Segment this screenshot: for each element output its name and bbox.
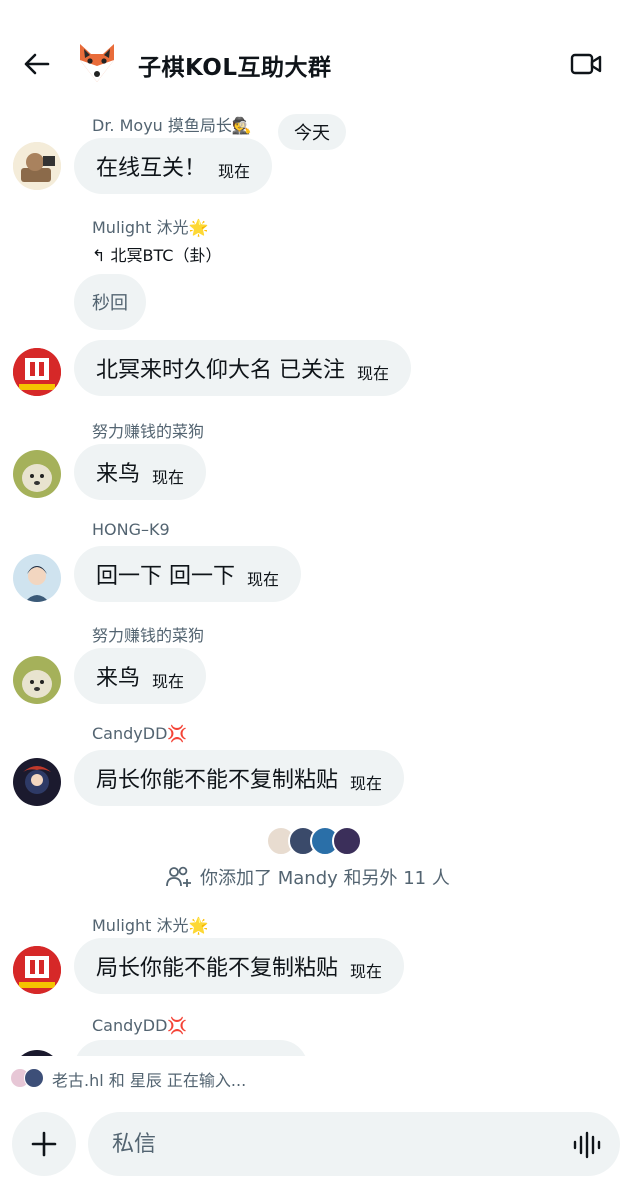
message-text: 局长你能不能不复制粘贴 [96,956,339,981]
message-time: 现在 [152,468,185,487]
message-input[interactable] [88,1112,620,1176]
sender-name[interactable]: 努力赚钱的菜狗 [92,622,204,646]
group-avatar-fox[interactable] [74,40,120,86]
avatar[interactable] [13,1050,61,1056]
add-people-icon [166,866,191,887]
message-bubble[interactable]: 回一下 回一下 现在 [74,546,302,602]
video-call-button[interactable] [566,46,606,82]
avatar[interactable] [13,142,61,190]
avatar[interactable] [13,758,61,806]
message-bubble[interactable] [74,1040,308,1056]
message-composer [0,1108,632,1188]
message-bubble[interactable]: 局长你能不能不复制粘贴 现在 [74,750,405,806]
back-button[interactable] [18,46,54,82]
message-time: 现在 [350,962,383,981]
message-text: 北冥来时久仰大名 已关注 [96,358,345,383]
reply-quote[interactable]: ↰ 北冥BTC（卦） [92,242,221,266]
message-bubble[interactable]: 北冥来时久仰大名 已关注 现在 [74,340,412,396]
chat-header: 子棋KOL互助大群 [0,0,632,110]
message-text: 来鸟 [96,666,141,691]
message-text: 在线互关！ [96,156,207,181]
message-time: 现在 [218,162,251,181]
message-text: 回一下 回一下 [96,564,235,589]
message-bubble[interactable]: 来鸟 现在 [74,444,207,500]
date-chip: 今天 [278,114,346,150]
message-list[interactable]: Dr. Moyu 摸鱼局长🕵 今天 在线互关！ 现在 Mulight 沐光🌟 ↰… [0,108,632,1056]
message-text: 局长你能不能不复制粘贴 [96,768,339,793]
sender-name[interactable]: 努力赚钱的菜狗 [92,418,204,442]
group-title[interactable]: 子棋KOL互助大群 [138,48,332,82]
message-time: 现在 [350,774,383,793]
sender-name[interactable]: Dr. Moyu 摸鱼局长🕵 [92,112,252,136]
message-bubble[interactable]: 局长你能不能不复制粘贴 现在 [74,938,405,994]
avatar[interactable] [13,656,61,704]
video-camera-icon [570,53,602,75]
system-message-text: 你添加了 Mandy 和另外 11 人 [200,868,450,889]
add-attachment-button[interactable] [12,1112,76,1176]
message-bubble[interactable]: 来鸟 现在 [74,648,207,704]
message-time: 现在 [152,672,185,691]
back-arrow-icon [24,53,50,75]
typing-avatars [10,1068,46,1090]
message-time: 现在 [247,570,280,589]
sender-name[interactable]: Mulight 沐光🌟 [92,214,208,238]
avatar[interactable] [13,450,61,498]
voice-message-button[interactable] [570,1128,604,1162]
sender-name[interactable]: CandyDD💢 [92,1016,187,1035]
sender-name[interactable]: CandyDD💢 [92,724,187,743]
system-message: 你添加了 Mandy 和另外 11 人 [166,864,450,890]
message-bubble[interactable]: 在线互关！ 现在 [74,138,273,194]
plus-icon [31,1131,57,1157]
message-text: 来鸟 [96,462,141,487]
avatar[interactable] [13,554,61,602]
audio-waveform-icon [573,1131,601,1159]
added-members-avatars [266,826,376,858]
typing-text: 老古.hl 和 星辰 正在输入... [52,1071,247,1090]
typing-indicator: 老古.hl 和 星辰 正在输入... [10,1066,246,1092]
sender-name[interactable]: HONG–K9 [92,520,170,539]
message-bubble[interactable]: 秒回 [74,274,146,330]
message-time: 现在 [357,364,390,383]
sender-name[interactable]: Mulight 沐光🌟 [92,912,208,936]
avatar[interactable] [13,348,61,396]
avatar[interactable] [13,946,61,994]
